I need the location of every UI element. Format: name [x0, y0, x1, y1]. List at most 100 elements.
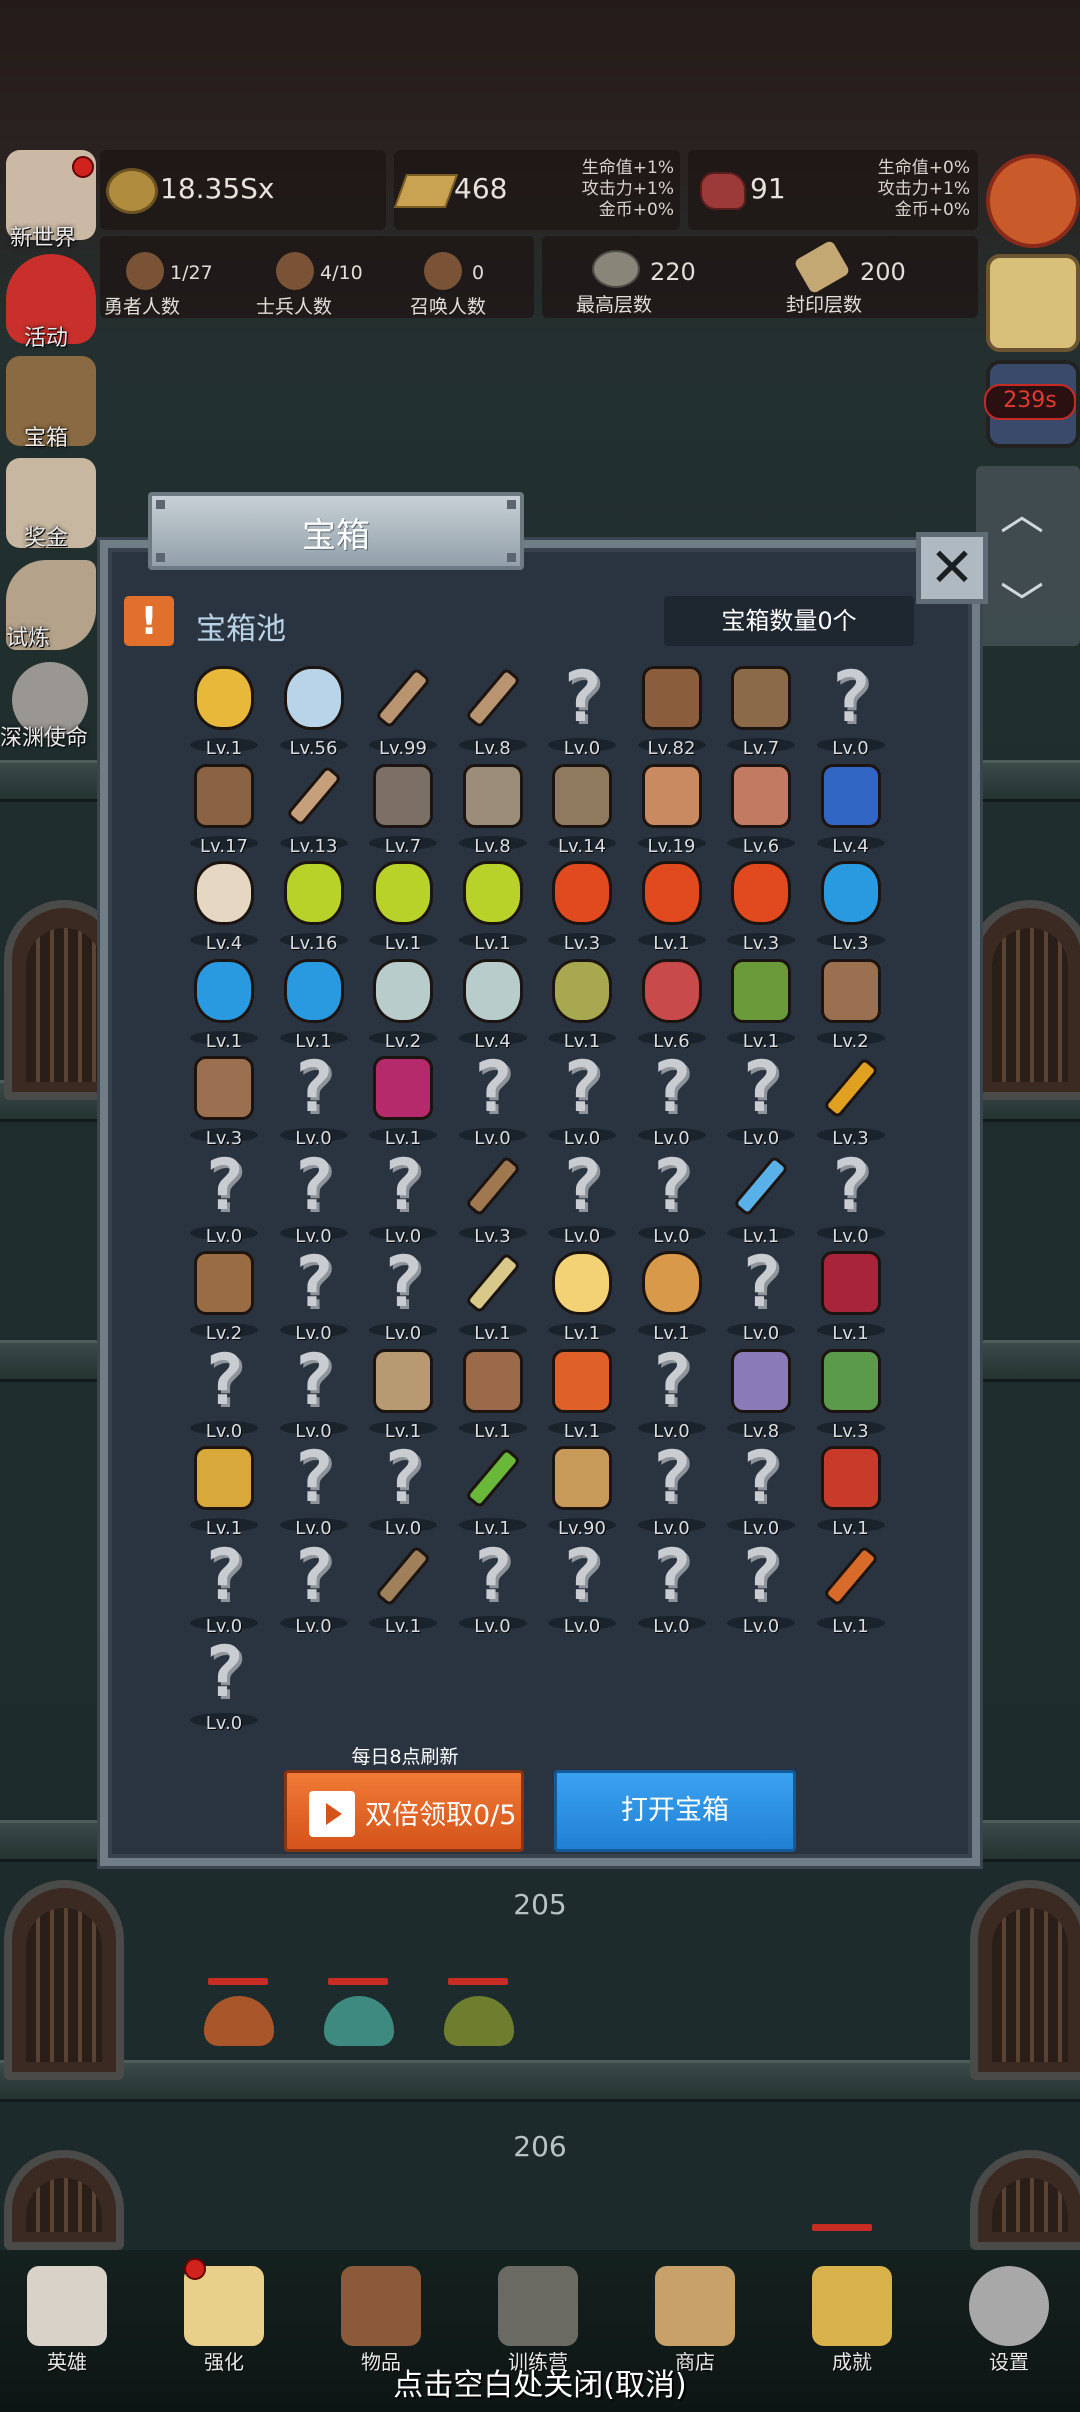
- scroll-down-icon[interactable]: ﹀: [1000, 568, 1044, 632]
- item-slot[interactable]: ? Lv.0: [272, 1538, 356, 1637]
- item-slot[interactable]: ? Lv.0: [182, 1635, 266, 1734]
- item-level: Lv.1: [384, 1615, 422, 1637]
- item-slot[interactable]: Lv.3: [809, 1050, 893, 1149]
- chest-label[interactable]: 宝箱: [24, 420, 68, 452]
- notification-dot: [72, 156, 94, 178]
- item-slot[interactable]: ? Lv.0: [361, 1245, 445, 1344]
- item-slot[interactable]: Lv.7: [719, 660, 803, 759]
- item-slot[interactable]: Lv.1: [630, 1245, 714, 1344]
- item-slot[interactable]: Lv.3: [182, 1050, 266, 1149]
- item-slot[interactable]: Lv.3: [540, 855, 624, 954]
- item-slot[interactable]: Lv.1: [451, 1343, 535, 1442]
- item-slot[interactable]: Lv.1: [182, 660, 266, 759]
- fruit-icon[interactable]: [986, 154, 1080, 248]
- item-slot[interactable]: Lv.13: [272, 758, 356, 857]
- item-slot[interactable]: Lv.1: [540, 1245, 624, 1344]
- bonus-label[interactable]: 奖金: [24, 520, 68, 552]
- item-slot[interactable]: ? Lv.0: [719, 1245, 803, 1344]
- item-slot[interactable]: Lv.2: [182, 1245, 266, 1344]
- item-slot[interactable]: ? Lv.0: [809, 660, 893, 759]
- item-slot[interactable]: Lv.1: [361, 855, 445, 954]
- item-slot[interactable]: ? Lv.0: [540, 1050, 624, 1149]
- item-slot[interactable]: Lv.6: [719, 758, 803, 857]
- item-slot[interactable]: Lv.1: [361, 1538, 445, 1637]
- item-level: Lv.0: [563, 1225, 601, 1247]
- item-slot[interactable]: Lv.3: [719, 855, 803, 954]
- item-slot[interactable]: Lv.14: [540, 758, 624, 857]
- unknown-icon: ?: [292, 1046, 335, 1128]
- scroll-up-icon[interactable]: ︿: [1000, 478, 1044, 542]
- item-slot[interactable]: Lv.82: [630, 660, 714, 759]
- item-slot[interactable]: ? Lv.0: [630, 1440, 714, 1539]
- item-slot[interactable]: ? Lv.0: [719, 1050, 803, 1149]
- item-slot[interactable]: Lv.19: [630, 758, 714, 857]
- item-slot[interactable]: ? Lv.0: [272, 1245, 356, 1344]
- candle-icon[interactable]: [986, 254, 1080, 352]
- item-slot[interactable]: Lv.1: [361, 1343, 445, 1442]
- item-slot[interactable]: Lv.90: [540, 1440, 624, 1539]
- item-slot[interactable]: ? Lv.0: [540, 660, 624, 759]
- open-chest-button[interactable]: 打开宝箱: [554, 1770, 796, 1852]
- item-slot[interactable]: Lv.1: [272, 953, 356, 1052]
- item-slot[interactable]: Lv.16: [272, 855, 356, 954]
- item-slot[interactable]: Lv.1: [451, 855, 535, 954]
- item-slot[interactable]: Lv.17: [182, 758, 266, 857]
- item-slot[interactable]: ? Lv.0: [272, 1148, 356, 1247]
- item-slot[interactable]: ? Lv.0: [719, 1538, 803, 1637]
- item-slot[interactable]: Lv.99: [361, 660, 445, 759]
- item-slot[interactable]: ? Lv.0: [272, 1046, 356, 1149]
- item-slot[interactable]: Lv.4: [182, 855, 266, 954]
- item-slot[interactable]: Lv.1: [809, 1440, 893, 1539]
- item-slot[interactable]: Lv.8: [451, 660, 535, 759]
- abyss-mission-label[interactable]: 深渊使命: [0, 720, 88, 752]
- item-slot[interactable]: Lv.3: [451, 1148, 535, 1247]
- item-slot[interactable]: Lv.3: [809, 855, 893, 954]
- item-slot[interactable]: ? Lv.0: [540, 1538, 624, 1637]
- item-slot[interactable]: Lv.4: [809, 758, 893, 857]
- item-slot[interactable]: Lv.1: [719, 1148, 803, 1247]
- item-slot[interactable]: ? Lv.0: [540, 1148, 624, 1247]
- close-button[interactable]: ✕: [916, 532, 988, 604]
- new-world-label[interactable]: 新世界: [10, 220, 76, 252]
- item-slot[interactable]: Lv.6: [630, 953, 714, 1052]
- item-slot[interactable]: Lv.3: [809, 1343, 893, 1442]
- item-slot[interactable]: Lv.1: [451, 1245, 535, 1344]
- item-slot[interactable]: Lv.1: [540, 953, 624, 1052]
- item-slot[interactable]: Lv.1: [809, 1245, 893, 1344]
- double-claim-button[interactable]: 双倍领取0/5: [284, 1770, 524, 1852]
- trial-label[interactable]: 试炼: [6, 620, 50, 652]
- item-slot[interactable]: Lv.4: [451, 953, 535, 1052]
- item-slot[interactable]: ? Lv.0: [182, 1538, 266, 1637]
- item-slot[interactable]: ? Lv.0: [272, 1343, 356, 1442]
- item-slot[interactable]: ? Lv.0: [451, 1538, 535, 1637]
- item-slot[interactable]: ? Lv.0: [182, 1343, 266, 1442]
- item-slot[interactable]: ? Lv.0: [361, 1148, 445, 1247]
- item-slot[interactable]: ? Lv.0: [630, 1343, 714, 1442]
- item-slot[interactable]: ? Lv.0: [630, 1050, 714, 1149]
- item-slot[interactable]: Lv.2: [361, 953, 445, 1052]
- item-slot[interactable]: Lv.1: [809, 1538, 893, 1637]
- wine-bottle-icon: [552, 958, 612, 1023]
- item-slot[interactable]: ? Lv.0: [182, 1148, 266, 1247]
- item-slot[interactable]: Lv.8: [451, 758, 535, 857]
- item-slot[interactable]: Lv.7: [361, 758, 445, 857]
- item-slot[interactable]: ? Lv.0: [630, 1538, 714, 1637]
- item-slot[interactable]: Lv.1: [719, 953, 803, 1052]
- close-hint[interactable]: 点击空白处关闭(取消): [0, 2360, 1080, 2404]
- item-slot[interactable]: Lv.1: [182, 1440, 266, 1539]
- item-slot[interactable]: ? Lv.0: [630, 1148, 714, 1247]
- activity-label[interactable]: 活动: [24, 320, 68, 352]
- item-slot[interactable]: Lv.1: [451, 1440, 535, 1539]
- item-slot[interactable]: ? Lv.0: [809, 1148, 893, 1247]
- item-slot[interactable]: ? Lv.0: [361, 1440, 445, 1539]
- item-slot[interactable]: Lv.1: [540, 1343, 624, 1442]
- item-slot[interactable]: Lv.8: [719, 1343, 803, 1442]
- item-slot[interactable]: Lv.2: [809, 953, 893, 1052]
- item-slot[interactable]: ? Lv.0: [451, 1050, 535, 1149]
- item-slot[interactable]: ? Lv.0: [719, 1440, 803, 1539]
- item-slot[interactable]: Lv.1: [630, 855, 714, 954]
- item-slot[interactable]: Lv.1: [182, 953, 266, 1052]
- item-slot[interactable]: ? Lv.0: [272, 1440, 356, 1539]
- item-slot[interactable]: Lv.56: [272, 660, 356, 759]
- item-slot[interactable]: Lv.1: [361, 1050, 445, 1149]
